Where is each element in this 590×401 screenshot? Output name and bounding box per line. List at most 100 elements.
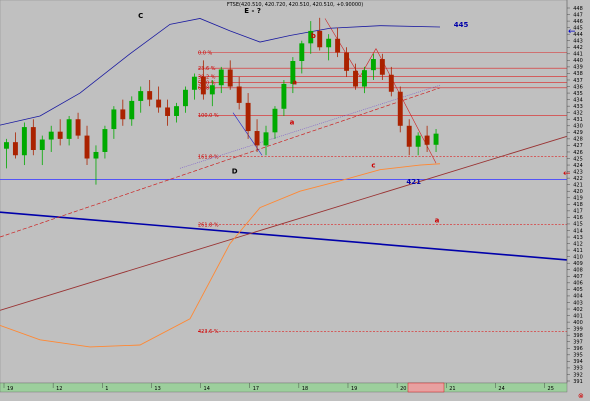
y-tick-label: 408 xyxy=(573,268,583,274)
candle-body xyxy=(317,30,323,48)
candle-body xyxy=(138,91,144,101)
y-tick-label: 439 xyxy=(573,65,583,71)
candle-body xyxy=(335,38,341,53)
candle-body xyxy=(361,70,367,87)
candle-body xyxy=(415,135,421,147)
candle-body xyxy=(299,43,305,62)
chart-annotation: 421 xyxy=(406,178,421,186)
candle-body xyxy=(156,99,162,108)
candle-body xyxy=(165,107,171,116)
candle-body xyxy=(129,100,135,120)
candle-body xyxy=(12,142,18,156)
y-tick-label: 404 xyxy=(573,294,583,300)
candle-body xyxy=(344,52,350,71)
x-tick-label: 1 xyxy=(105,386,108,392)
y-tick-label: 442 xyxy=(573,45,583,51)
chart-annotation: 445 xyxy=(454,21,469,29)
y-tick-label: 436 xyxy=(573,84,583,90)
candle-body xyxy=(57,131,63,139)
candle-body xyxy=(30,127,36,151)
y-tick-label: 446 xyxy=(573,19,583,25)
candle-body xyxy=(48,131,54,140)
plot-area xyxy=(0,0,568,384)
y-tick-label: 410 xyxy=(573,254,583,260)
x-tick-label: 14 xyxy=(204,386,210,392)
y-tick-label: 440 xyxy=(573,58,583,64)
candle-body xyxy=(370,59,376,71)
y-tick-label: 421 xyxy=(573,182,583,188)
candle-body xyxy=(281,83,287,109)
chart-annotation: a xyxy=(292,79,297,87)
candle-body xyxy=(388,74,394,92)
x-axis: 19 12 1 13 14 17 18 19 20 21 24 25 xyxy=(0,382,568,393)
y-tick-label: 398 xyxy=(573,333,583,339)
candle-body xyxy=(406,125,412,147)
y-tick-label: 430 xyxy=(573,124,583,130)
candle-body xyxy=(209,85,215,95)
y-tick-label: 415 xyxy=(573,222,583,228)
y-tick-label: 405 xyxy=(573,287,583,293)
settings-icon[interactable]: ⊗ xyxy=(578,392,584,400)
y-tick-label: 427 xyxy=(573,143,583,149)
candle-body xyxy=(75,119,81,136)
y-tick-label: 434 xyxy=(573,97,583,103)
y-tick-label: 403 xyxy=(573,300,583,306)
candle-body xyxy=(120,109,126,120)
candle-body xyxy=(326,38,332,48)
candle-body xyxy=(93,151,99,159)
candle-body xyxy=(84,135,90,159)
candle-body xyxy=(66,119,72,139)
candle-body xyxy=(200,76,206,95)
y-tick-label: 391 xyxy=(573,379,583,385)
x-tick-label: 25 xyxy=(548,386,554,392)
candle-body xyxy=(254,131,260,146)
y-tick-label: 425 xyxy=(573,156,583,162)
candle-body xyxy=(245,102,251,132)
fib-label: 23.6 % xyxy=(198,66,216,72)
candle-body xyxy=(353,70,358,87)
x-tick-label: 18 xyxy=(302,386,308,392)
candle-body xyxy=(227,69,233,87)
x-tick-label: 21 xyxy=(449,386,455,392)
y-tick-label: 428 xyxy=(573,137,583,143)
candle-body xyxy=(236,86,242,103)
y-tick-label: 443 xyxy=(573,39,583,45)
y-tick-label: 432 xyxy=(573,111,583,117)
chart-annotation: E - ? xyxy=(244,7,261,15)
chart-annotation: b xyxy=(311,32,316,40)
candle-body xyxy=(397,91,403,126)
candle-body xyxy=(183,89,188,107)
y-tick-label: 401 xyxy=(573,313,583,319)
y-tick-label: 438 xyxy=(573,71,583,77)
y-tick-label: 431 xyxy=(573,117,583,123)
candle-body xyxy=(272,108,278,133)
y-tick-label: 406 xyxy=(573,281,583,287)
y-tick-label: 441 xyxy=(573,52,583,58)
y-tick-label: 418 xyxy=(573,202,583,208)
candle-body xyxy=(433,133,439,145)
chart-annotation: a xyxy=(435,217,440,225)
x-axis-band xyxy=(0,382,568,393)
candle-body xyxy=(4,142,9,149)
chart-root: FTSE(420.510, 420.720, 420.510, 420.510,… xyxy=(0,0,590,401)
x-tick-label: 19 xyxy=(7,386,13,392)
candle-body xyxy=(174,106,179,116)
candle-body xyxy=(424,135,430,145)
y-tick-label: 400 xyxy=(573,320,583,326)
candle-body xyxy=(379,59,385,75)
candle-body xyxy=(218,69,224,86)
chart-annotation: C xyxy=(138,12,143,20)
candle-body xyxy=(263,132,269,146)
y-tick-label: 424 xyxy=(573,163,583,169)
fib-label: 261.8 % xyxy=(198,222,219,228)
x-tick-label: 13 xyxy=(154,386,160,392)
y-tick-label: 437 xyxy=(573,78,583,84)
y-tick-label: 416 xyxy=(573,215,583,221)
fib-label: 161.8 % xyxy=(198,154,219,160)
y-tick-label: 419 xyxy=(573,196,583,202)
x-tick-label: 17 xyxy=(253,386,259,392)
y-tick-label: 413 xyxy=(573,235,583,241)
y-tick-label: 402 xyxy=(573,307,583,313)
y-tick-label: 394 xyxy=(573,359,583,365)
candlestick-chart[interactable]: FTSE(420.510, 420.720, 420.510, 420.510,… xyxy=(0,0,590,401)
